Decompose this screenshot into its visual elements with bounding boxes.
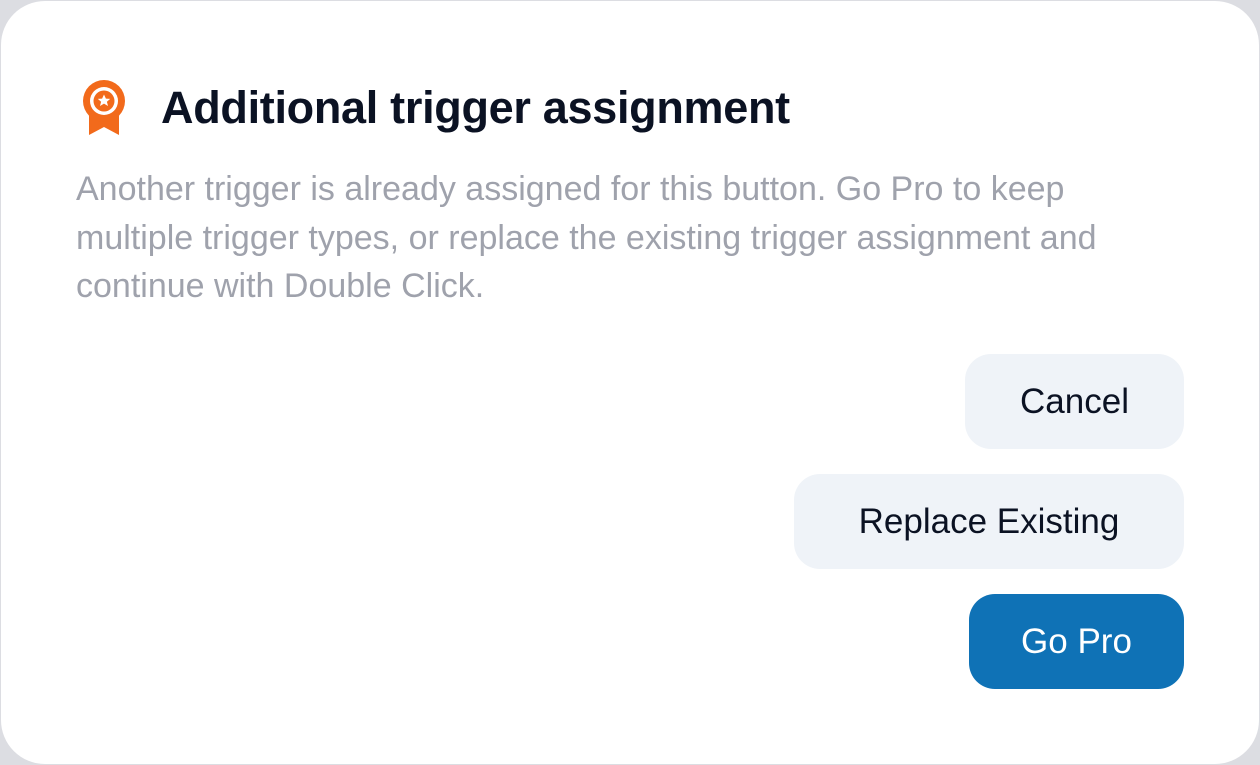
dialog-header: Additional trigger assignment [81, 79, 790, 137]
dialog-message: Another trigger is already assigned for … [76, 170, 1097, 305]
go-pro-button[interactable]: Go Pro [969, 594, 1184, 689]
replace-existing-button[interactable]: Replace Existing [794, 474, 1184, 569]
cancel-button[interactable]: Cancel [965, 354, 1184, 449]
award-ribbon-icon [83, 80, 125, 135]
dialog-title: Additional trigger assignment [161, 82, 790, 133]
trigger-assignment-dialog: Additional trigger assignment Another tr… [1, 1, 1259, 764]
